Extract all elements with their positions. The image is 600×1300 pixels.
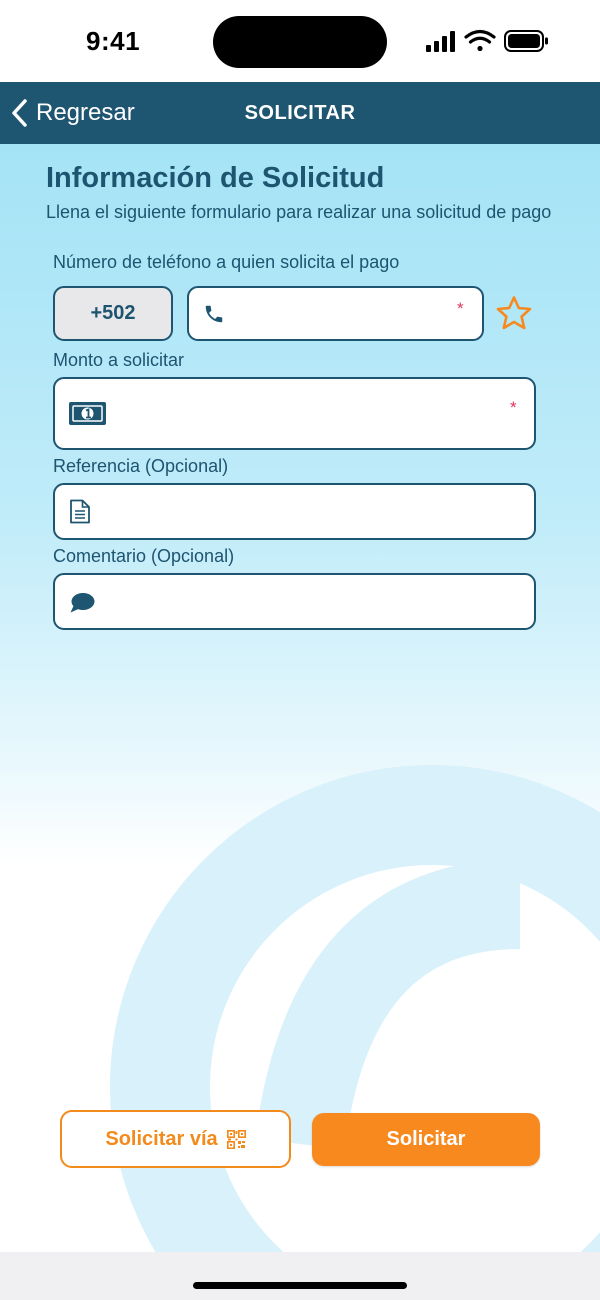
status-time: 9:41 [86,26,141,56]
nav-bar: Regresar SOLICITAR [0,82,600,144]
country-code-selector[interactable]: +502 [53,286,173,341]
status-bar: 9:41 [0,0,600,82]
home-indicator[interactable] [193,1282,407,1289]
request-form-screen: Información de Solicitud Llena el siguie… [0,144,600,1252]
page-title: SOLICITAR [244,102,356,124]
dynamic-island [213,16,387,68]
signal-icon [426,31,455,52]
wifi-icon [464,29,496,52]
reference-field[interactable] [53,483,536,540]
phone-required-mark: * [457,299,464,318]
amount-label: Monto a solicitar [53,350,185,370]
chat-bubble-icon [70,593,95,613]
comment-label: Comentario (Opcional) [53,546,235,566]
submit-request-button[interactable]: Solicitar [312,1113,540,1166]
reference-label: Referencia (Opcional) [53,456,229,476]
home-indicator-area [0,1252,600,1300]
submit-request-label: Solicitar [386,1128,466,1150]
phone-icon [205,305,223,323]
battery-icon [504,30,548,52]
amount-required-mark: * [510,398,517,417]
request-via-qr-button[interactable]: Solicitar vía [60,1110,291,1168]
status-icons [426,29,548,52]
amount-field[interactable]: * [53,377,536,450]
request-via-qr-label: Solicitar vía [105,1127,218,1150]
banknote-icon [69,402,106,425]
comment-field[interactable] [53,573,536,630]
document-icon [70,499,90,524]
qr-code-icon [226,1129,246,1149]
form-subtitle: Llena el siguiente formulario para reali… [46,202,552,222]
phone-field[interactable]: * [187,286,484,341]
favorite-star-icon[interactable] [495,295,533,331]
phone-label: Número de teléfono a quien solicita el p… [53,252,400,272]
form-title: Información de Solicitud [46,162,385,194]
